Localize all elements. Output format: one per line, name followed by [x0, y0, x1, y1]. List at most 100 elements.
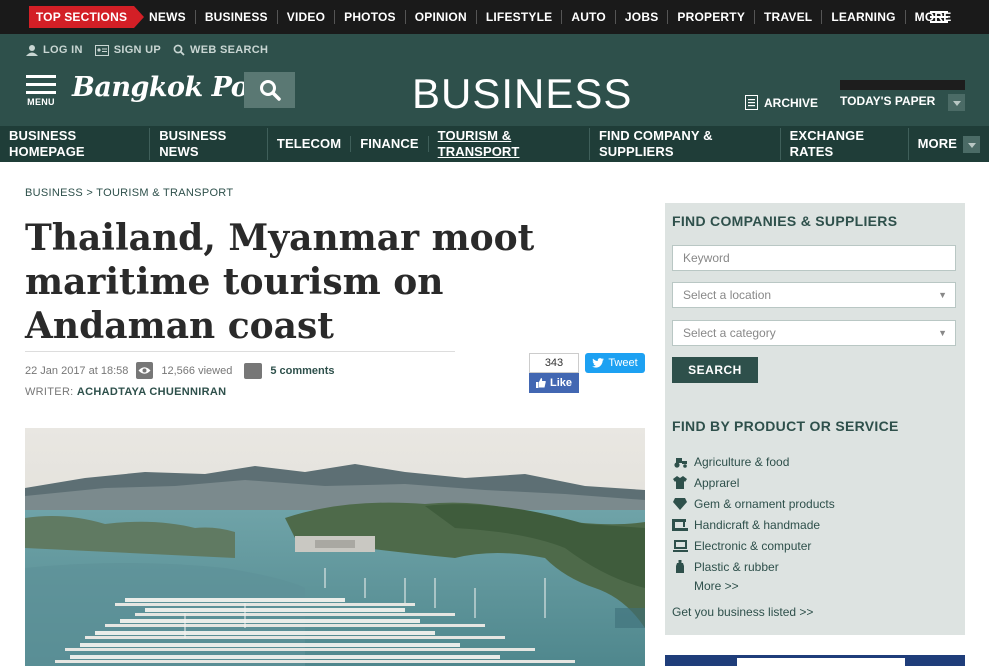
article-meta: 22 Jan 2017 at 18:58 12,566 viewed 5 com… [25, 362, 335, 379]
facebook-like-widget[interactable]: 343 Like [529, 353, 579, 393]
article-writer: WRITER: ACHADTAYA CHUENNIRAN [25, 386, 226, 398]
thumbs-up-icon [535, 378, 546, 388]
shirt-icon [672, 476, 688, 490]
bottle-icon [672, 560, 688, 574]
id-card-icon [94, 45, 109, 56]
top-nav-property[interactable]: PROPERTY [668, 10, 756, 24]
supplier-search-button[interactable]: SEARCH [672, 357, 758, 383]
product-category-label: Handicraft & handmade [694, 517, 821, 532]
archive-label: ARCHIVE [764, 95, 819, 110]
product-category-label: Gem & ornament products [694, 496, 835, 511]
user-icon [26, 45, 38, 56]
product-category-item[interactable]: Apprarel [672, 472, 835, 493]
login-label: LOG IN [43, 44, 83, 56]
category-select[interactable]: Select a category ▼ [672, 320, 956, 346]
product-category-item[interactable]: Electronic & computer [672, 535, 835, 556]
top-nav-lifestyle[interactable]: LIFESTYLE [477, 10, 563, 24]
more-products-link[interactable]: More >> [694, 579, 739, 593]
menu-icon [24, 75, 58, 94]
top-nav-jobs[interactable]: JOBS [616, 10, 669, 24]
top-bar: TOP SECTIONS NEWS BUSINESS VIDEO PHOTOS … [0, 0, 989, 34]
section-title: BUSINESS [412, 70, 633, 117]
product-category-item[interactable]: Plastic & rubber [672, 556, 835, 577]
product-category-label: Apprarel [694, 475, 740, 490]
fb-like-button[interactable]: Like [529, 373, 579, 393]
site-header: LOG IN SIGN UP WEB SEARCH MENU Bangkok P… [0, 34, 989, 126]
top-nav-news[interactable]: NEWS [140, 10, 196, 24]
login-link[interactable]: LOG IN [26, 44, 83, 56]
archive-link[interactable]: ARCHIVE [745, 95, 818, 110]
article-date: 22 Jan 2017 at 18:58 [25, 364, 129, 377]
top-nav-opinion[interactable]: OPINION [406, 10, 477, 24]
top-nav-learning[interactable]: LEARNING [822, 10, 906, 24]
top-nav-photos[interactable]: PHOTOS [335, 10, 406, 24]
bnav-more-label: MORE [917, 136, 958, 151]
comment-icon[interactable] [244, 362, 263, 379]
breadcrumb[interactable]: BUSINESS > TOURISM & TRANSPORT [25, 187, 233, 199]
eye-icon [136, 362, 154, 379]
sewing-icon [672, 518, 688, 532]
chevron-down-icon[interactable] [948, 94, 965, 111]
archive-icon [745, 95, 758, 110]
search-button[interactable] [244, 72, 295, 108]
top-sections-label[interactable]: TOP SECTIONS [29, 6, 144, 28]
product-category-list: Agriculture & food Apprarel Gem & orname… [672, 451, 835, 577]
fb-like-count: 343 [529, 353, 579, 373]
product-category-item[interactable]: Gem & ornament products [672, 493, 835, 514]
top-nav-video[interactable]: VIDEO [278, 10, 336, 24]
bnav-telecom[interactable]: TELECOM [268, 136, 352, 152]
find-companies-title: FIND COMPANIES & SUPPLIERS [672, 213, 898, 229]
writer-name[interactable]: ACHADTAYA CHUENNIRAN [77, 386, 226, 398]
signup-label: SIGN UP [113, 44, 162, 56]
gem-icon [672, 497, 688, 511]
tractor-icon [672, 455, 688, 469]
search-icon [259, 80, 281, 101]
bnav-exchange-rates[interactable]: EXCHANGE RATES [781, 128, 909, 160]
search-icon [173, 44, 185, 56]
todays-paper[interactable]: TODAY'S PAPER [840, 80, 965, 114]
todays-paper-label: TODAY'S PAPER [840, 94, 936, 108]
signup-link[interactable]: SIGN UP [94, 44, 162, 56]
bnav-business-news[interactable]: BUSINESS NEWS [150, 128, 268, 160]
ad-banner-strip [665, 655, 965, 666]
product-category-label: Plastic & rubber [694, 559, 779, 574]
divider [25, 351, 455, 352]
category-select-label: Select a category [683, 326, 776, 340]
product-category-label: Agriculture & food [694, 454, 790, 469]
menu-button[interactable]: MENU [24, 75, 58, 107]
location-select-label: Select a location [683, 288, 772, 302]
web-search-label: WEB SEARCH [190, 44, 269, 56]
find-by-product-title: FIND BY PRODUCT OR SERVICE [672, 418, 899, 434]
product-category-label: Electronic & computer [694, 538, 812, 553]
get-listed-link[interactable]: Get you business listed >> [672, 605, 813, 619]
top-nav-travel[interactable]: TRAVEL [755, 10, 823, 24]
chevron-down-icon: ▼ [938, 290, 947, 300]
location-select[interactable]: Select a location ▼ [672, 282, 956, 308]
bnav-more[interactable]: MORE [909, 135, 989, 153]
top-nav-auto[interactable]: AUTO [562, 10, 616, 24]
hamburger-icon[interactable] [930, 11, 948, 23]
web-search-link[interactable]: WEB SEARCH [173, 44, 268, 56]
bnav-finance[interactable]: FINANCE [351, 136, 429, 152]
tweet-label: Tweet [608, 357, 638, 369]
top-nav: NEWS BUSINESS VIDEO PHOTOS OPINION LIFES… [140, 0, 960, 34]
writer-label: WRITER: [25, 386, 74, 398]
keyword-input[interactable]: Keyword [672, 245, 956, 271]
todays-paper-strip [840, 80, 965, 90]
product-category-item[interactable]: Handicraft & handmade [672, 514, 835, 535]
ad-banner-tab [737, 658, 905, 666]
utility-links: LOG IN SIGN UP WEB SEARCH [26, 44, 268, 56]
top-nav-business[interactable]: BUSINESS [196, 10, 278, 24]
computer-icon [672, 539, 688, 553]
article-headline: Thailand, Myanmar moot maritime tourism … [25, 217, 535, 347]
menu-label: MENU [27, 97, 55, 107]
bnav-find-company[interactable]: FIND COMPANY & SUPPLIERS [590, 128, 781, 160]
bnav-tourism-transport[interactable]: TOURISM & TRANSPORT [429, 128, 590, 160]
product-category-item[interactable]: Agriculture & food [672, 451, 835, 472]
supplier-finder-sidebar: FIND COMPANIES & SUPPLIERS Keyword Selec… [665, 203, 965, 635]
comments-link[interactable]: 5 comments [270, 365, 334, 377]
tweet-button[interactable]: Tweet [585, 353, 645, 373]
view-count: 12,566 viewed [161, 364, 233, 377]
bnav-business-homepage[interactable]: BUSINESS HOMEPAGE [0, 128, 151, 160]
fb-like-label: Like [549, 377, 572, 389]
